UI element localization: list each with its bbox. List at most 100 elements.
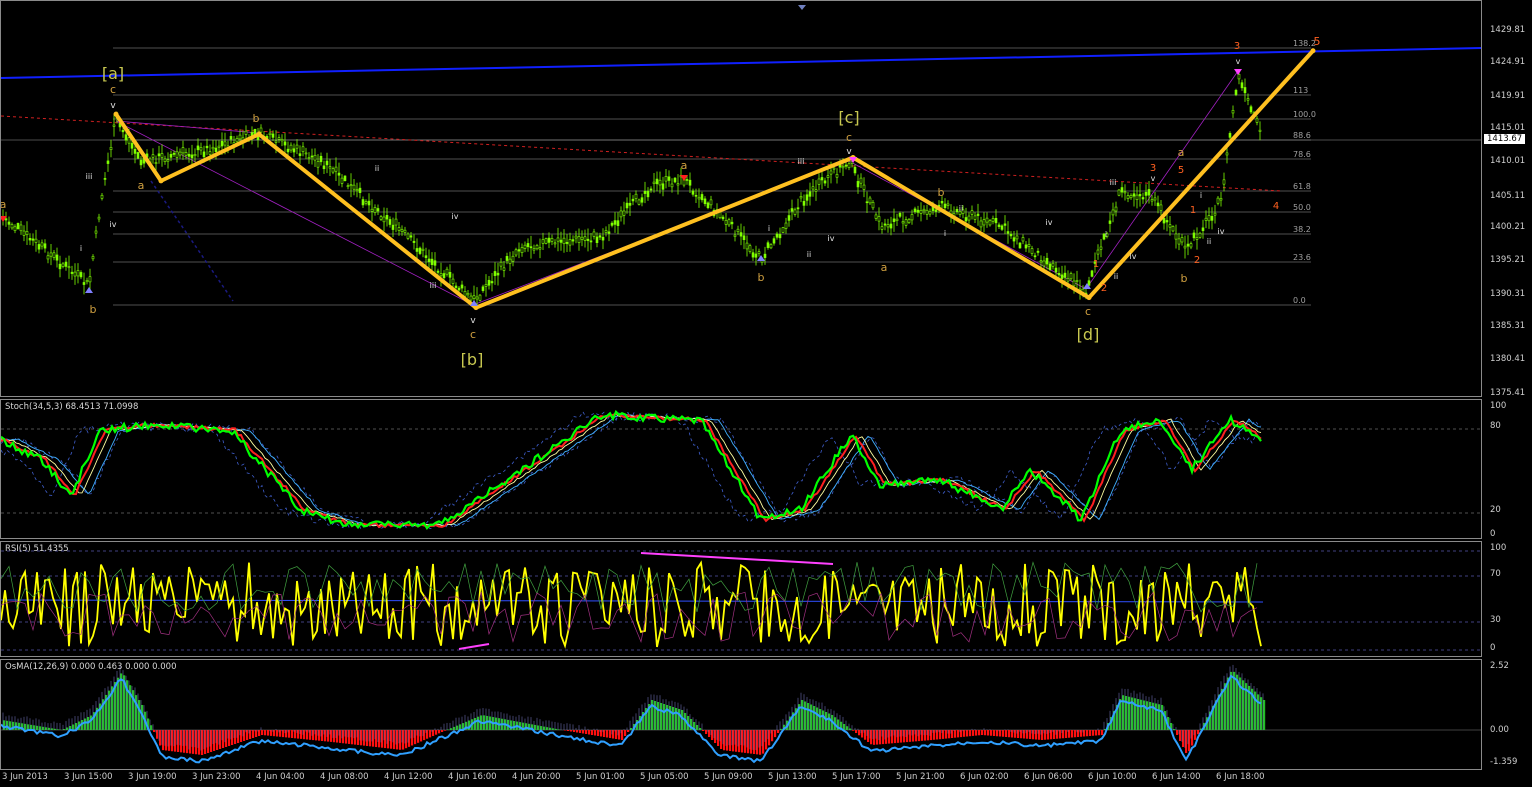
indicator-tick-label: 80 (1490, 421, 1501, 431)
time-tick-label: 5 Jun 01:00 (576, 772, 625, 782)
candle-body (976, 213, 980, 216)
osma-bar (900, 730, 903, 743)
candle-body (568, 239, 572, 246)
candle-body (445, 268, 449, 275)
osma-bar (204, 730, 207, 754)
osma-bar (903, 730, 906, 743)
candle-body (637, 199, 641, 205)
candle-body (196, 145, 200, 151)
candle-body (1015, 235, 1019, 240)
candle-body (664, 176, 668, 182)
channel-line (1, 47, 1481, 79)
osma-bar (441, 730, 444, 732)
wave-label: a (1178, 146, 1185, 159)
candle-body (406, 233, 410, 239)
candle-body (1123, 191, 1127, 194)
osma-bar (984, 730, 987, 736)
osma-bar (606, 730, 609, 738)
fib-level-label: 88.6 (1293, 131, 1311, 140)
price-tick-label: 1400.21 (1490, 222, 1526, 232)
osma-bar (738, 730, 741, 753)
candle-body (688, 179, 692, 186)
candle-body (847, 163, 851, 168)
osma-bar (366, 730, 369, 746)
candle-body (391, 224, 395, 230)
indicator-tick-label: 20 (1490, 505, 1501, 515)
candle-body (289, 144, 293, 151)
candle-body (436, 270, 440, 273)
candle-body (427, 258, 431, 263)
candle-body (1258, 129, 1262, 132)
osma-bar (435, 730, 438, 735)
candle-body (70, 271, 74, 274)
fib-level-label: 50.0 (1293, 203, 1311, 212)
wave-label: 3 (1150, 163, 1156, 174)
candle-body (211, 146, 215, 150)
osma-bar (882, 730, 885, 745)
time-tick-label: 5 Jun 21:00 (896, 772, 945, 782)
candle-body (295, 144, 299, 149)
wave-label: c (846, 131, 852, 144)
candle-body (1153, 197, 1157, 201)
osma-bar (300, 730, 303, 739)
wave-label: b (253, 112, 260, 125)
stoch-pane[interactable]: Stoch(34,5,3) 68.4513 71.0998 (0, 399, 1482, 539)
osma-bar (231, 730, 234, 745)
osma-bar (84, 718, 87, 730)
osma-bar (258, 730, 261, 736)
osma-bar (570, 730, 573, 732)
candle-body (193, 154, 197, 157)
osma-bar (774, 730, 777, 738)
osma-bar (822, 710, 825, 730)
candle-body (601, 236, 605, 241)
candle-body (781, 227, 785, 233)
candle-body (151, 154, 155, 158)
candle-body (1162, 217, 1166, 224)
osma-bar (1182, 730, 1185, 747)
candle-body (13, 226, 17, 231)
osma-bar (624, 730, 627, 736)
candle-body (529, 246, 533, 249)
candle-body (1009, 233, 1013, 237)
candle-body (271, 133, 275, 138)
osma-bar (303, 730, 306, 740)
candle-body (1024, 244, 1028, 249)
osma-bar (819, 709, 822, 730)
wave-label: b (1181, 272, 1188, 285)
candle-body (829, 170, 833, 175)
candle-body (1066, 278, 1070, 282)
price-chart-pane[interactable]: 138.2 113 100.0 88.6 78.6 61.8 50.0 38.2 23.6 0.0… (0, 0, 1482, 397)
wave-label: [a] (102, 64, 124, 83)
osma-bar (153, 730, 156, 732)
candle-body (1144, 191, 1148, 196)
subwave-label: i (1200, 191, 1202, 200)
osma-bar (453, 726, 456, 730)
osma-bar (1155, 703, 1158, 730)
time-tick-label: 4 Jun 20:00 (512, 772, 561, 782)
osma-bar (768, 730, 771, 746)
osma-bar (381, 730, 384, 748)
osma-pane[interactable]: OsMA(12,26,9) 0.000 0.463 0.000 0.000 (0, 659, 1482, 770)
candle-body (655, 178, 659, 185)
candle-body (1141, 197, 1145, 200)
candle-body (964, 217, 968, 222)
candle-body (1135, 194, 1139, 200)
price-tick-label: 1415.01 (1490, 123, 1526, 133)
osma-bar (1089, 730, 1092, 736)
candle-body (1228, 133, 1232, 138)
candle-body (163, 158, 167, 162)
candle-body (1099, 246, 1103, 250)
candle-body (514, 249, 518, 256)
osma-bar (948, 730, 951, 739)
osma-bar (342, 730, 345, 744)
candle-body (1222, 179, 1226, 185)
candle-body (904, 219, 908, 226)
candle-body (172, 152, 176, 155)
osma-bar (663, 704, 666, 730)
osma-bar (378, 730, 381, 748)
osma-bar (150, 725, 153, 730)
candle-body (646, 190, 650, 198)
candle-body (58, 263, 62, 270)
rsi-pane[interactable]: RSI(5) 51.4355 (0, 541, 1482, 657)
candle-body (1216, 197, 1220, 204)
